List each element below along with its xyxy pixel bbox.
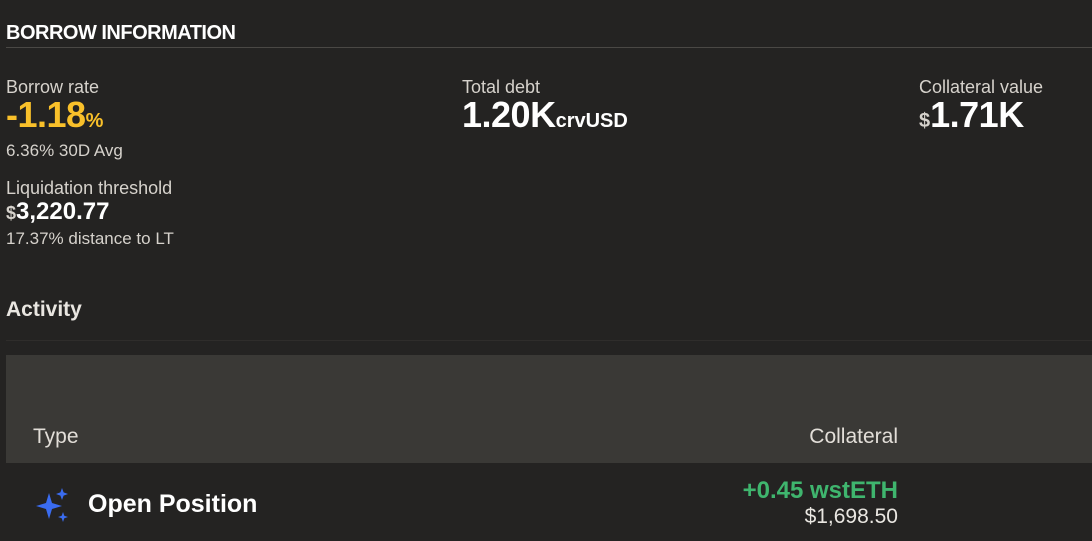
- section-header: BORROW INFORMATION: [6, 22, 1092, 48]
- sparkles-icon: [36, 488, 68, 522]
- liquidation-threshold-currency: $: [6, 203, 17, 223]
- total-debt-value: 1.20KcrvUSD: [462, 97, 628, 141]
- collateral-amount: +0.45 wstETH: [742, 477, 898, 504]
- liquidation-threshold-label: Liquidation threshold: [6, 178, 173, 198]
- liquidation-threshold-stat: Liquidation threshold $3,220.77 17.37% d…: [6, 178, 174, 249]
- collateral-value-currency: $: [919, 110, 931, 132]
- column-header-collateral[interactable]: Collateral: [809, 425, 898, 449]
- divider: [6, 340, 1092, 341]
- collateral-value-number: 1.71K: [930, 94, 1024, 135]
- borrow-rate-number: -1.18: [6, 94, 86, 135]
- liquidation-threshold-number: 3,220.77: [16, 198, 110, 225]
- borrow-rate-stat: Borrow rate -1.18% 6.36% 30D Avg: [6, 77, 123, 161]
- total-debt-number: 1.20K: [462, 94, 556, 135]
- collateral-value-value: $1.71K: [919, 97, 1043, 141]
- borrow-rate-unit: %: [85, 110, 104, 132]
- collateral-usd-value: $1,698.50: [804, 505, 898, 528]
- activity-type: Open Position: [88, 490, 258, 518]
- total-debt-stat: Total debt 1.20KcrvUSD: [462, 77, 628, 141]
- activity-table-header: Type Collateral: [6, 355, 1092, 463]
- liquidation-distance: 17.37% distance to LT: [6, 229, 174, 248]
- table-row[interactable]: Open Position +0.45 wstETH $1,698.50: [6, 463, 1092, 541]
- collateral-value-stat: Collateral value $1.71K: [919, 77, 1043, 141]
- section-title: BORROW INFORMATION: [6, 22, 236, 44]
- column-header-type[interactable]: Type: [33, 425, 79, 449]
- borrow-rate-avg: 6.36% 30D Avg: [6, 141, 123, 160]
- liquidation-threshold-value: $3,220.77: [6, 198, 174, 229]
- total-debt-unit: crvUSD: [555, 110, 628, 132]
- borrow-info-panel: BORROW INFORMATION Borrow rate -1.18% 6.…: [0, 0, 1092, 541]
- borrow-rate-value: -1.18%: [6, 97, 123, 141]
- activity-title: Activity: [6, 298, 82, 321]
